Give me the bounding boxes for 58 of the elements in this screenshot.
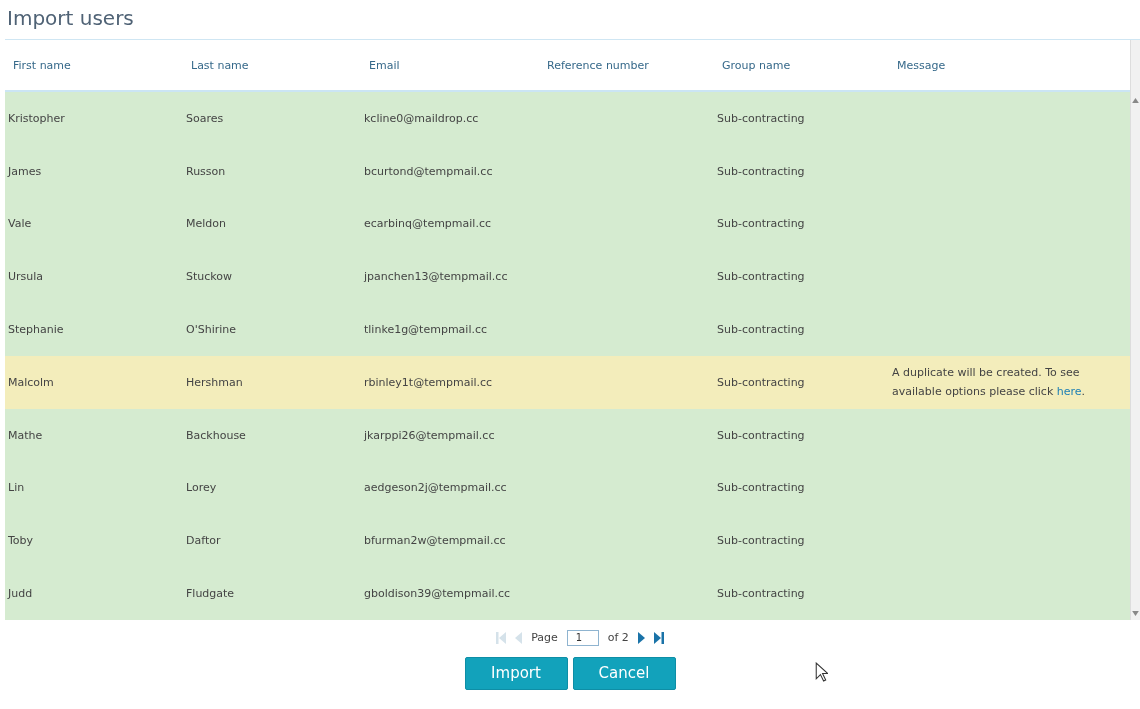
column-header[interactable]: Reference number bbox=[539, 58, 714, 72]
column-header[interactable]: Group name bbox=[714, 58, 889, 72]
table-cell: jpanchen13@tempmail.cc bbox=[364, 270, 508, 284]
table-cell: Ursula bbox=[8, 270, 44, 284]
table-cell: Mathe bbox=[8, 428, 43, 442]
table-cell: bcurtond@tempmail.cc bbox=[364, 164, 493, 178]
table-cell: Meldon bbox=[186, 217, 226, 231]
table-cell: Sub-contracting bbox=[717, 375, 805, 389]
table-cell: Sub-contracting bbox=[717, 164, 805, 178]
table-cell: Sub-contracting bbox=[717, 534, 805, 548]
table-cell: Sub-contracting bbox=[717, 323, 805, 337]
table-cell: Sub-contracting bbox=[717, 587, 805, 601]
page-number-field[interactable]: 1 bbox=[566, 629, 599, 646]
table-cell: Lorey bbox=[186, 481, 217, 495]
table-cell: Backhouse bbox=[186, 428, 246, 442]
table-cell: O'Shirine bbox=[186, 323, 236, 337]
table-cell: Daftor bbox=[186, 534, 221, 548]
table-cell: Sub-contracting bbox=[717, 481, 805, 495]
table-cell: gboldison39@tempmail.cc bbox=[364, 587, 511, 601]
table-cell: Toby bbox=[8, 534, 34, 548]
here-link[interactable]: here bbox=[1056, 385, 1082, 399]
scroll-up-icon[interactable] bbox=[1132, 98, 1139, 103]
table-cell: Vale bbox=[8, 217, 32, 231]
table-cell: Malcolm bbox=[8, 375, 54, 389]
table-cell: Judd bbox=[8, 587, 33, 601]
table-cell: Sub-contracting bbox=[717, 111, 805, 125]
table-cell: aedgeson2j@tempmail.cc bbox=[364, 481, 507, 495]
table-cell: Fludgate bbox=[186, 587, 235, 601]
table-cell: Russon bbox=[186, 164, 226, 178]
mouse-cursor-icon bbox=[815, 662, 828, 682]
table-cell: Sub-contracting bbox=[717, 428, 805, 442]
scroll-down-icon[interactable] bbox=[1132, 610, 1139, 616]
column-header[interactable]: Message bbox=[889, 58, 1130, 72]
table-cell: Hershman bbox=[186, 375, 243, 389]
scrollbar[interactable] bbox=[1130, 40, 1140, 620]
last-page-icon[interactable] bbox=[653, 631, 664, 644]
table-cell: Stephanie bbox=[8, 323, 64, 337]
column-header[interactable]: First name bbox=[5, 58, 183, 72]
table-cell: James bbox=[8, 164, 42, 178]
table-cell: tlinke1g@tempmail.cc bbox=[364, 323, 488, 337]
column-header[interactable]: Email bbox=[361, 58, 539, 72]
page-title: Import users bbox=[6, 5, 135, 32]
table-cell: Sub-contracting bbox=[717, 217, 805, 231]
table-cell: bfurman2w@tempmail.cc bbox=[364, 534, 506, 548]
table-cell: rbinley1t@tempmail.cc bbox=[364, 375, 493, 389]
table-cell: kcline0@maildrop.cc bbox=[364, 111, 479, 125]
table-cell: Lin bbox=[8, 481, 25, 495]
table-cell: Kristopher bbox=[8, 111, 65, 125]
table-cell: ecarbinq@tempmail.cc bbox=[364, 217, 491, 231]
page-count: of 2 bbox=[607, 631, 629, 645]
column-header[interactable]: Last name bbox=[183, 58, 361, 72]
next-page-icon[interactable] bbox=[637, 631, 645, 644]
page-label: Page bbox=[531, 631, 558, 645]
row-message: A duplicate will be created. To see available options please click here. bbox=[892, 365, 1087, 401]
table-cell: Soares bbox=[186, 111, 224, 125]
table-cell: Sub-contracting bbox=[717, 270, 805, 284]
table-cell: Stuckow bbox=[186, 270, 233, 284]
table-cell: jkarppi26@tempmail.cc bbox=[364, 428, 495, 442]
